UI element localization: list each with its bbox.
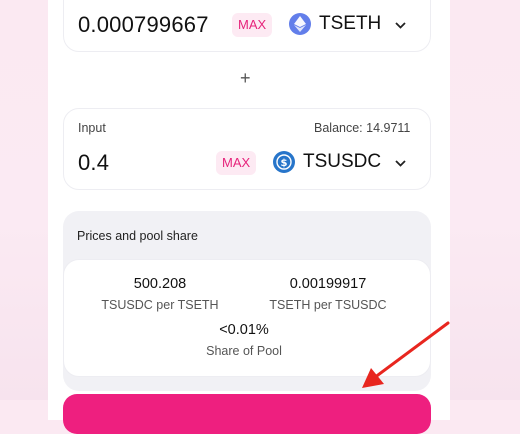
token-a-amount-input[interactable]: 0.000799667 bbox=[78, 12, 209, 38]
svg-text:$: $ bbox=[281, 158, 288, 169]
chevron-down-icon bbox=[395, 17, 406, 32]
token-a-max-button[interactable]: MAX bbox=[232, 13, 273, 37]
token-b-max-button[interactable]: MAX bbox=[216, 151, 257, 175]
token-a-symbol: TSETH bbox=[319, 13, 382, 34]
pool-stats-card: 500.208 TSUSDC per TSETH 0.00199917 TSET… bbox=[63, 259, 431, 377]
price-tseth-per-tsusdc-label: TSETH per TSUSDC bbox=[269, 298, 387, 312]
input-label: Input bbox=[78, 121, 106, 135]
price-tseth-per-tsusdc-value: 0.00199917 bbox=[289, 276, 367, 292]
price-tsusdc-per-tseth-label: TSUSDC per TSETH bbox=[101, 298, 219, 312]
token-b-symbol: TSUSDC bbox=[303, 151, 382, 172]
token-b-selector[interactable]: $ TSUSDC bbox=[273, 151, 406, 173]
token-b-amount-input[interactable]: 0.4 bbox=[78, 150, 109, 176]
pool-share-value: <0.01% bbox=[219, 322, 269, 338]
plus-icon: + bbox=[240, 68, 251, 88]
price-tsusdc-per-tseth-value: 500.208 bbox=[133, 276, 187, 292]
pool-share-label: Share of Pool bbox=[206, 344, 282, 358]
balance-label: Balance: 14.9711 bbox=[314, 121, 411, 135]
pool-share-title: Prices and pool share bbox=[77, 229, 198, 243]
supply-button[interactable] bbox=[63, 394, 431, 434]
pool-share-section: Prices and pool share 500.208 TSUSDC per… bbox=[63, 211, 431, 391]
ethereum-icon bbox=[289, 13, 311, 35]
usdc-icon: $ bbox=[273, 151, 295, 173]
chevron-down-icon bbox=[395, 155, 406, 170]
token-a-selector[interactable]: TSETH bbox=[289, 13, 406, 35]
